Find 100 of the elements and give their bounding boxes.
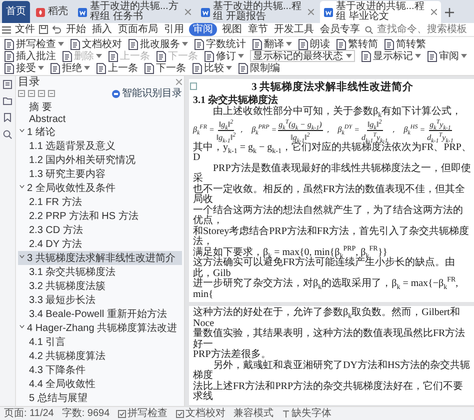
folder-icon[interactable] [3, 97, 12, 105]
toc-item[interactable]: 2.3 CD 方法 [18, 223, 182, 237]
toolbar-button[interactable]: 比较 [192, 62, 232, 74]
toolbar-button[interactable]: 显示标记 [361, 50, 421, 62]
page-icon [252, 38, 262, 50]
menu-tab[interactable]: 视图 [221, 23, 243, 36]
plus-icon[interactable] [445, 8, 454, 16]
chevron-icon[interactable] [19, 128, 25, 133]
toolbar-button[interactable]: 限制编 [238, 62, 280, 74]
toolbar-button[interactable]: 修订 [204, 50, 244, 62]
toc-item[interactable]: 2.2 PRP 方法和 HS 方法 [18, 209, 182, 223]
square-icon[interactable] [48, 90, 55, 97]
page-icon [204, 50, 214, 62]
page-icon [384, 38, 394, 50]
toolbar-button[interactable]: 文档校对 [70, 38, 122, 50]
document-tab[interactable]: 稻壳 [32, 1, 72, 23]
close-icon[interactable] [308, 9, 314, 15]
toolbar-button[interactable]: 下一条 [144, 62, 186, 74]
toc-item[interactable]: 3 共轭梯度法求解非线性改进简介 [18, 251, 182, 265]
toolbar-button[interactable]: 插入批注 [4, 50, 56, 62]
document-tab[interactable]: 基于改进的共轭...程组 毕业论文 [320, 1, 441, 23]
toolbar-button[interactable]: 翻译 [252, 38, 292, 50]
outline-icon[interactable] [3, 80, 12, 89]
toc-item[interactable]: 1.1 选题背景及意义 [18, 139, 182, 153]
toolbar-button[interactable]: 拒绝 [50, 62, 90, 74]
file-menu[interactable]: 文件 [15, 23, 35, 36]
toc-item[interactable]: 4.1 引言 [18, 335, 182, 349]
text-line: 这种方法的好处在于，允许了参数β$_{k}$取负数。然而，Gilbert和Noce [193, 308, 460, 328]
toc-item[interactable]: 3.3 最短步长法 [18, 293, 182, 307]
document-tab[interactable]: 基于改进的共轭...程组 开题报告 [197, 1, 318, 23]
toc-item[interactable]: 5 总结与展望 [18, 391, 182, 405]
toolbar-button[interactable]: 简转繁 [384, 38, 426, 50]
toolbar-button[interactable]: 字数统计 [194, 38, 246, 50]
toc-item[interactable]: 2 全局收敛性及条件 [18, 181, 182, 195]
caret-icon [238, 54, 244, 58]
menu-tab[interactable]: 会员专享 [319, 23, 361, 36]
square-icon[interactable] [38, 90, 45, 97]
toolbar-button[interactable]: 审阅 [427, 50, 467, 62]
menu-tab[interactable]: 开始 [65, 23, 87, 36]
close-icon[interactable] [185, 9, 191, 15]
chevron-icon[interactable] [19, 254, 25, 259]
toolbar-button[interactable]: 接受 [4, 62, 44, 74]
menu-tab[interactable]: 章节 [247, 23, 269, 36]
flame-icon [36, 8, 45, 16]
toc-item[interactable]: 3.2 共轭梯度法簇 [18, 279, 182, 293]
menu-tab[interactable]: 开发工具 [273, 23, 315, 36]
toolbar-button[interactable]: 繁转简 [336, 38, 378, 50]
page-icon [298, 38, 308, 50]
status-toggle[interactable]: 文档校对 [176, 407, 226, 420]
chevron-icon[interactable] [19, 324, 25, 329]
menu-tab[interactable]: 引用 [163, 23, 185, 36]
toc-item[interactable]: 3.1 杂交共轭梯度法 [18, 265, 182, 279]
close-icon[interactable] [431, 9, 437, 15]
toc-item[interactable]: 1 绪论 [18, 125, 182, 139]
toc-item[interactable]: 1.3 研究主要内容 [18, 167, 182, 181]
search-field[interactable]: 查找命令、搜索模板 [377, 23, 471, 36]
menu-tab[interactable]: 页面布局 [117, 23, 159, 36]
document-tab[interactable]: 首页 [2, 1, 30, 23]
undo-icon[interactable] [52, 25, 61, 34]
caret-icon [286, 42, 292, 46]
text-line: 法比上述FR方法和PRP方法的杂交共轭梯度法好在，它们不要求线 [193, 382, 464, 402]
status-toggle[interactable]: 拼写检查 [118, 407, 168, 420]
caret-icon [461, 54, 467, 58]
page-icon [96, 62, 106, 74]
search-icon[interactable] [3, 130, 12, 139]
page-icon [156, 50, 166, 62]
toolbar-button[interactable]: 朗读 [298, 38, 330, 50]
toc-item[interactable]: 2.1 FR 方法 [18, 195, 182, 209]
formula: β$_{k}$$^{HS}$ = g$_{k}$$^{T}$y$_{k-1}$ d$_{k-1}$$^{T}$y$_{k-1}$ [404, 118, 454, 142]
document-tab[interactable]: 基于改进的共轭...方程组 任务书 [74, 1, 195, 23]
toc-item[interactable]: 4.2 共轭梯度算法 [18, 349, 182, 363]
close-icon[interactable] [176, 79, 182, 85]
toc-item[interactable]: 1.2 国内外相关研究情况 [18, 153, 182, 167]
square-icon[interactable] [18, 90, 25, 97]
toc-item[interactable]: 2.4 DY 方法 [18, 237, 182, 251]
toolbar-button[interactable]: 拼写检查 [4, 38, 64, 50]
text-line: 和Storey考虑结合PRP方法和FR方法，首先引入了杂交共轭梯度法， [193, 226, 470, 247]
text-line: 量数值实验，其结果表明，这种方法的数值表现虽然比FR方法好一 [193, 329, 466, 350]
bookmark-icon[interactable] [4, 113, 11, 122]
smart-toc-button[interactable]: 智能识别目录 [112, 88, 182, 99]
toc-item[interactable]: Abstract [18, 114, 182, 125]
missing-font-button[interactable]: 缺失字体 [282, 407, 332, 420]
toc-item[interactable]: 4.3 下降条件 [18, 363, 182, 377]
save-icon[interactable] [39, 25, 48, 34]
toolbar-button[interactable]: 批改服务 [128, 38, 188, 50]
display-mode-select[interactable]: 显示标记的最终状态 [250, 50, 355, 62]
page-icon [144, 62, 154, 74]
menu-tab[interactable]: 审阅 [189, 23, 217, 36]
toc-item[interactable]: 4 Hager-Zhang 共轭梯度算法改进 [18, 321, 182, 335]
caret-icon [346, 54, 352, 58]
menu-icon[interactable] [2, 26, 11, 34]
toc-item[interactable]: 3.4 Beale-Powell 重新开始方法 [18, 307, 182, 321]
page-icon [194, 38, 204, 50]
square-icon[interactable] [28, 90, 35, 97]
toc-item[interactable]: 4.4 全局收敛性 [18, 377, 182, 391]
toc-item[interactable]: 摘 要 [18, 100, 182, 114]
chevron-icon[interactable] [19, 184, 25, 189]
menu-tab[interactable]: 插入 [91, 23, 113, 36]
toolbar-button[interactable]: 上一条 [96, 62, 138, 74]
page-icon [361, 50, 371, 62]
